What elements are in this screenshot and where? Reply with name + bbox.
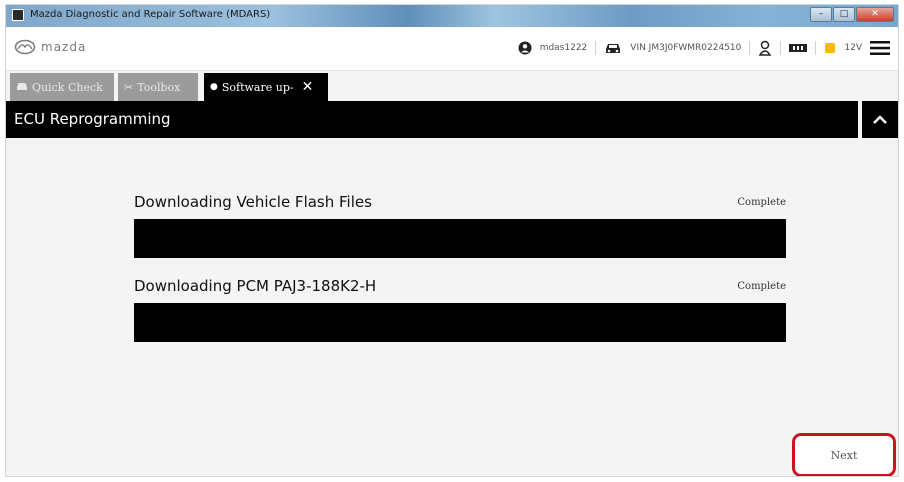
next-button[interactable]: Next: [792, 433, 896, 476]
window-controls: – □ ✕: [809, 7, 894, 22]
header-status-area: mdas1222 VIN JM3J0FWMR0224510 12V: [518, 37, 890, 59]
progress-bar: [134, 219, 786, 258]
close-window-button[interactable]: ✕: [856, 7, 894, 22]
progress-bar: [134, 303, 786, 342]
tab-label: Quick Check: [32, 80, 103, 94]
wrench-icon: ✂: [124, 80, 134, 94]
section-title: ECU Reprogramming: [14, 110, 171, 128]
tab-quick-check[interactable]: Quick Check: [10, 73, 114, 101]
window-title: Mazda Diagnostic and Repair Software (MD…: [30, 9, 271, 20]
mazda-emblem-icon: [14, 39, 36, 55]
app-window: Mazda Diagnostic and Repair Software (MD…: [6, 5, 898, 476]
person-icon[interactable]: [758, 40, 772, 56]
progress-fill: [134, 303, 786, 342]
progress-fill: [134, 219, 786, 258]
download-label: Downloading Vehicle Flash Files: [134, 193, 372, 211]
vin-number: VIN JM3J0FWMR0224510: [630, 43, 742, 53]
collapse-button[interactable]: [862, 101, 898, 138]
main-content: Downloading Vehicle Flash Files Complete…: [6, 138, 898, 476]
section-header: ECU Reprogramming: [6, 101, 858, 138]
app-header: mazda mdas1222 VIN JM3J0FWMR0224510 12V: [6, 27, 898, 71]
minimize-button[interactable]: –: [810, 7, 832, 22]
user-id: mdas1222: [539, 43, 588, 53]
battery-icon: [824, 42, 836, 54]
car-icon[interactable]: [604, 42, 622, 54]
chevron-up-icon: [873, 114, 887, 124]
mazda-logo: mazda: [14, 39, 86, 55]
tab-software-update[interactable]: ● Software up- ✕: [204, 73, 328, 101]
download-label: Downloading PCM PAJ3-188K2-H: [134, 277, 377, 295]
vci-icon[interactable]: [789, 42, 808, 54]
menu-icon[interactable]: [870, 40, 890, 56]
battery-voltage: 12V: [844, 43, 862, 53]
window-titlebar: Mazda Diagnostic and Repair Software (MD…: [6, 5, 898, 27]
tab-label: Software up-: [221, 80, 294, 94]
divider: [749, 41, 751, 55]
tab-label: Toolbox: [137, 80, 181, 94]
close-tab-icon[interactable]: ✕: [302, 79, 314, 95]
dot-icon: ●: [210, 82, 218, 92]
maximize-button[interactable]: □: [833, 7, 855, 22]
tab-bar: Quick Check ✂ Toolbox ● Software up- ✕: [6, 71, 898, 101]
divider: [595, 41, 597, 55]
app-icon: [12, 9, 24, 21]
download-status: Complete: [737, 281, 786, 292]
divider: [780, 41, 782, 55]
brand-name: mazda: [41, 40, 87, 54]
user-icon[interactable]: [518, 41, 532, 55]
tab-toolbox[interactable]: ✂ Toolbox: [118, 73, 198, 101]
divider: [815, 41, 817, 55]
car-check-icon: [16, 81, 28, 94]
download-status: Complete: [737, 197, 786, 208]
